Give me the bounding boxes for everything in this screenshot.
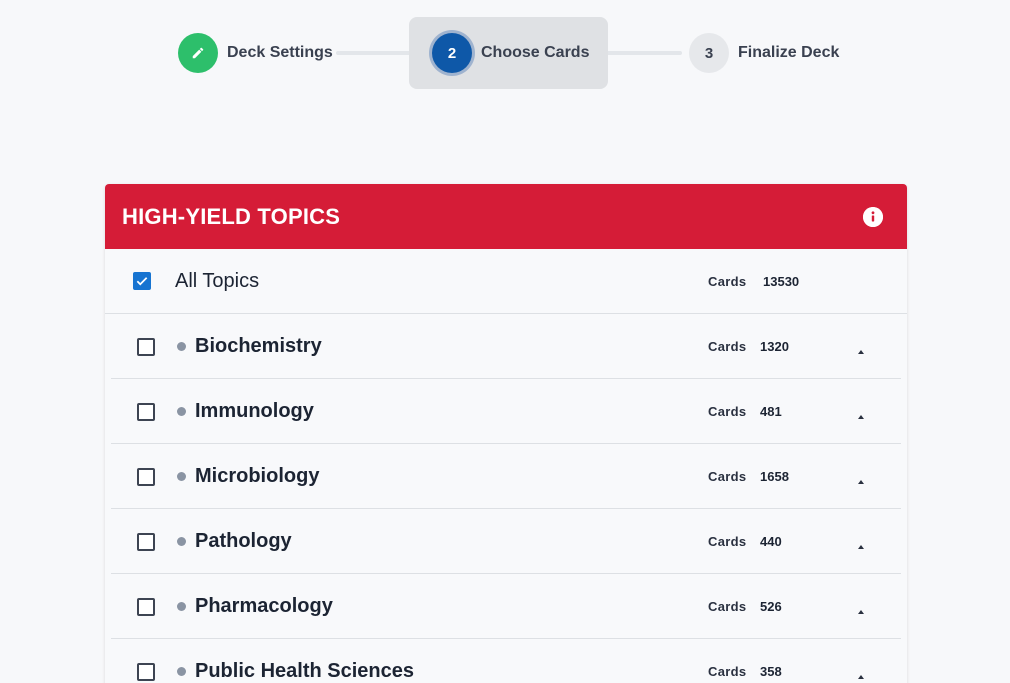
topic-label: Pharmacology	[195, 595, 333, 617]
topic-bullet-icon	[177, 407, 186, 416]
cards-label: Cards	[708, 664, 747, 679]
step-label: Choose Cards	[481, 44, 590, 61]
cards-count: 481	[760, 404, 782, 419]
step-number: 3	[689, 33, 729, 73]
all-topics-row[interactable]: All Topics Cards 13530	[105, 249, 907, 314]
expand-caret-icon[interactable]	[858, 609, 864, 614]
topic-row-pharmacology[interactable]: Pharmacology Cards 526	[105, 574, 907, 639]
all-topics-checkbox[interactable]	[133, 272, 151, 290]
topic-row-public-health-sciences[interactable]: Public Health Sciences Cards 358	[105, 639, 907, 683]
topic-checkbox[interactable]	[137, 467, 155, 486]
topic-label: Public Health Sciences	[195, 660, 414, 682]
topic-bullet-icon	[177, 342, 186, 351]
topic-bullet-icon	[177, 537, 186, 546]
step-complete-circle	[178, 33, 218, 73]
topic-row-biochemistry[interactable]: Biochemistry Cards 1320	[105, 314, 907, 379]
topic-bullet-icon	[177, 472, 186, 481]
expand-caret-icon[interactable]	[858, 414, 864, 419]
topic-bullet-icon	[177, 667, 186, 676]
expand-caret-icon[interactable]	[858, 544, 864, 549]
topic-checkbox[interactable]	[137, 597, 155, 616]
stepper-connector	[336, 51, 412, 55]
cards-count: 526	[760, 599, 782, 614]
info-icon[interactable]	[863, 206, 883, 227]
info-glyph	[863, 206, 883, 227]
checkmark-icon	[136, 277, 148, 286]
cards-count: 1658	[760, 469, 789, 484]
topic-bullet-icon	[177, 602, 186, 611]
topic-label: Pathology	[195, 530, 292, 552]
topic-checkbox[interactable]	[137, 402, 155, 421]
cards-count: 13530	[763, 273, 800, 289]
panel-title: HIGH-YIELD TOPICS	[122, 203, 341, 229]
pencil-icon	[192, 47, 204, 59]
cards-label: Cards	[708, 469, 747, 484]
high-yield-topics-panel: HIGH-YIELD TOPICS All Topics Cards 13530…	[105, 184, 907, 683]
step-finalize-deck[interactable]: 3 Finalize Deck	[689, 33, 839, 73]
cards-count: 1320	[760, 339, 789, 354]
cards-label: Cards	[708, 273, 747, 289]
topic-label: Microbiology	[195, 465, 320, 487]
topic-row-microbiology[interactable]: Microbiology Cards 1658	[105, 444, 907, 509]
cards-label: Cards	[708, 404, 747, 419]
topic-row-pathology[interactable]: Pathology Cards 440	[105, 509, 907, 574]
topic-checkbox[interactable]	[137, 337, 155, 356]
step-number: 2	[432, 33, 472, 73]
deck-stepper: Deck Settings 2 Choose Cards 3 Finalize …	[0, 0, 1010, 110]
step-choose-cards[interactable]: 2 Choose Cards	[432, 33, 589, 73]
topic-row-immunology[interactable]: Immunology Cards 481	[105, 379, 907, 444]
topic-label: Immunology	[195, 400, 314, 422]
step-deck-settings[interactable]: Deck Settings	[178, 33, 333, 73]
topic-checkbox[interactable]	[137, 532, 155, 551]
topic-label: Biochemistry	[195, 335, 322, 357]
expand-caret-icon[interactable]	[858, 674, 864, 679]
topic-checkbox[interactable]	[137, 662, 155, 681]
expand-caret-icon[interactable]	[858, 479, 864, 484]
cards-count: 358	[760, 664, 782, 679]
all-topics-label: All Topics	[175, 269, 260, 292]
cards-count: 440	[760, 534, 782, 549]
step-label: Deck Settings	[227, 44, 333, 61]
expand-caret-icon[interactable]	[858, 349, 864, 354]
cards-label: Cards	[708, 599, 747, 614]
step-label: Finalize Deck	[738, 44, 840, 61]
cards-label: Cards	[708, 534, 747, 549]
panel-header: HIGH-YIELD TOPICS	[105, 184, 907, 249]
cards-label: Cards	[708, 339, 747, 354]
